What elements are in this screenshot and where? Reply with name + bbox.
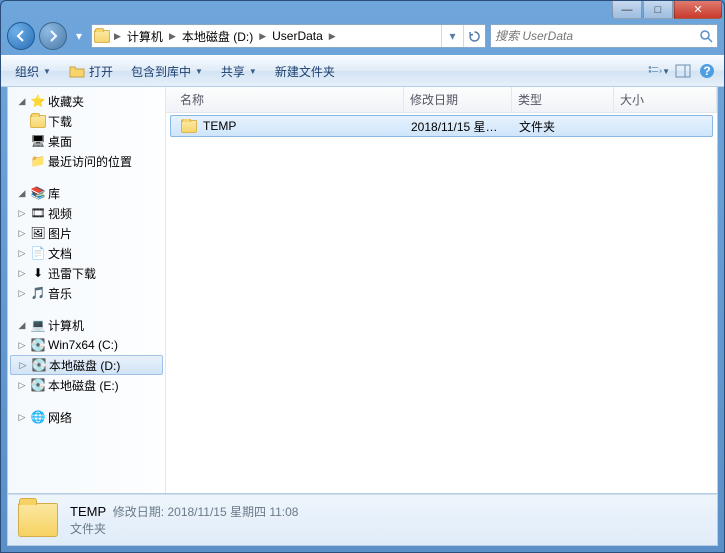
preview-pane-icon: [675, 64, 691, 78]
file-list-pane: 名称 修改日期 类型 大小 TEMP 2018/11/15 星期... 文件夹: [166, 87, 717, 493]
network-header[interactable]: ▷🌐网络: [8, 407, 165, 427]
details-date-label: 修改日期:: [113, 505, 164, 519]
details-type: 文件夹: [70, 520, 298, 537]
breadcrumb-folder[interactable]: UserData: [268, 25, 327, 47]
folder-icon: [92, 30, 112, 43]
computer-header[interactable]: ◢💻计算机: [8, 315, 165, 335]
chevron-right-icon[interactable]: ▶: [167, 31, 178, 42]
document-icon: 📄: [30, 245, 46, 261]
download-folder-icon: [30, 113, 46, 129]
nav-history-dropdown[interactable]: ▾: [71, 25, 87, 47]
sidebar-item-drive-e[interactable]: ▷💽本地磁盘 (E:): [8, 375, 165, 395]
list-item[interactable]: TEMP 2018/11/15 星期... 文件夹: [170, 115, 713, 137]
explorer-window: — □ ✕ ▾ ▶ 计算机 ▶ 本地磁盘 (D:) ▶ UserData ▶ ▾: [0, 0, 725, 553]
computer-icon: 💻: [30, 317, 46, 333]
network-icon: 🌐: [30, 409, 46, 425]
item-name: TEMP: [203, 119, 236, 133]
maximize-button[interactable]: □: [643, 1, 673, 19]
thunder-icon: ⬇: [30, 265, 46, 281]
desktop-icon: 🖥: [30, 133, 46, 149]
column-headers: 名称 修改日期 类型 大小: [166, 87, 717, 113]
recent-icon: 📁: [30, 153, 46, 169]
toolbar: 组织▼ 打开 包含到库中▼ 共享▼ 新建文件夹 ▼ ?: [1, 55, 724, 87]
titlebar: — □ ✕: [1, 1, 724, 21]
breadcrumb-drive[interactable]: 本地磁盘 (D:): [178, 25, 257, 47]
music-icon: 🎵: [30, 285, 46, 301]
arrow-left-icon: [14, 29, 28, 43]
sidebar-item-drive-d[interactable]: ▷💽本地磁盘 (D:): [10, 355, 163, 375]
star-icon: ⭐: [30, 93, 46, 109]
help-icon: ?: [699, 63, 715, 79]
column-name[interactable]: 名称: [166, 87, 404, 112]
view-options-button[interactable]: ▼: [648, 60, 670, 82]
new-folder-button[interactable]: 新建文件夹: [267, 59, 343, 84]
forward-button[interactable]: [39, 22, 67, 50]
refresh-icon: [468, 30, 481, 43]
preview-pane-button[interactable]: [672, 60, 694, 82]
sidebar-item-desktop[interactable]: 🖥桌面: [8, 131, 165, 151]
sidebar-item-drive-c[interactable]: ▷💽Win7x64 (C:): [8, 335, 165, 355]
item-type: 文件夹: [513, 118, 613, 135]
sidebar-item-recent[interactable]: 📁最近访问的位置: [8, 151, 165, 171]
view-icon: [648, 64, 662, 78]
library-icon: 📚: [30, 185, 46, 201]
nav-pane: ◢⭐收藏夹 下载 🖥桌面 📁最近访问的位置 ◢📚库 ▷🎞视频 ▷🖼图片 ▷📄文档…: [8, 87, 166, 493]
sidebar-item-videos[interactable]: ▷🎞视频: [8, 203, 165, 223]
column-type[interactable]: 类型: [512, 87, 614, 112]
back-button[interactable]: [7, 22, 35, 50]
computer-group: ◢💻计算机 ▷💽Win7x64 (C:) ▷💽本地磁盘 (D:) ▷💽本地磁盘 …: [8, 315, 165, 395]
share-button[interactable]: 共享▼: [213, 59, 265, 84]
favorites-group: ◢⭐收藏夹 下载 🖥桌面 📁最近访问的位置: [8, 91, 165, 171]
sidebar-item-pictures[interactable]: ▷🖼图片: [8, 223, 165, 243]
arrow-right-icon: [46, 29, 60, 43]
search-box[interactable]: [490, 24, 718, 48]
picture-icon: 🖼: [30, 225, 46, 241]
search-icon[interactable]: [699, 29, 713, 43]
address-bar[interactable]: ▶ 计算机 ▶ 本地磁盘 (D:) ▶ UserData ▶ ▾: [91, 24, 486, 48]
folder-large-icon: [18, 503, 58, 537]
libraries-group: ◢📚库 ▷🎞视频 ▷🖼图片 ▷📄文档 ▷⬇迅雷下载 ▷🎵音乐: [8, 183, 165, 303]
open-button[interactable]: 打开: [61, 59, 121, 84]
column-date[interactable]: 修改日期: [404, 87, 512, 112]
network-group: ▷🌐网络: [8, 407, 165, 427]
chevron-right-icon[interactable]: ▶: [257, 31, 268, 42]
drive-icon: 💽: [31, 357, 47, 373]
details-pane: TEMP 修改日期: 2018/11/15 星期四 11:08 文件夹: [7, 494, 718, 546]
minimize-button[interactable]: —: [612, 1, 642, 19]
address-dropdown-button[interactable]: ▾: [441, 25, 463, 47]
chevron-right-icon[interactable]: ▶: [327, 31, 338, 42]
svg-text:?: ?: [703, 64, 710, 78]
sidebar-item-music[interactable]: ▷🎵音乐: [8, 283, 165, 303]
nav-row: ▾ ▶ 计算机 ▶ 本地磁盘 (D:) ▶ UserData ▶ ▾: [1, 21, 724, 55]
details-date-value: 2018/11/15 星期四 11:08: [167, 505, 298, 519]
close-button[interactable]: ✕: [674, 1, 722, 19]
search-input[interactable]: [495, 29, 699, 43]
folder-icon: [181, 120, 197, 133]
sidebar-item-downloads[interactable]: 下载: [8, 111, 165, 131]
sidebar-item-thunder[interactable]: ▷⬇迅雷下载: [8, 263, 165, 283]
organize-button[interactable]: 组织▼: [7, 59, 59, 84]
column-size[interactable]: 大小: [614, 87, 717, 112]
breadcrumb-computer[interactable]: 计算机: [123, 25, 167, 47]
include-library-button[interactable]: 包含到库中▼: [123, 59, 211, 84]
video-icon: 🎞: [30, 205, 46, 221]
details-name: TEMP: [70, 504, 106, 519]
refresh-button[interactable]: [463, 25, 485, 47]
chevron-right-icon[interactable]: ▶: [112, 31, 123, 42]
file-list[interactable]: TEMP 2018/11/15 星期... 文件夹: [166, 113, 717, 493]
body: ◢⭐收藏夹 下载 🖥桌面 📁最近访问的位置 ◢📚库 ▷🎞视频 ▷🖼图片 ▷📄文档…: [7, 87, 718, 494]
help-button[interactable]: ?: [696, 60, 718, 82]
sidebar-item-documents[interactable]: ▷📄文档: [8, 243, 165, 263]
drive-icon: 💽: [30, 337, 46, 353]
drive-icon: 💽: [30, 377, 46, 393]
libraries-header[interactable]: ◢📚库: [8, 183, 165, 203]
favorites-header[interactable]: ◢⭐收藏夹: [8, 91, 165, 111]
open-folder-icon: [69, 64, 85, 78]
item-date: 2018/11/15 星期...: [405, 118, 513, 135]
